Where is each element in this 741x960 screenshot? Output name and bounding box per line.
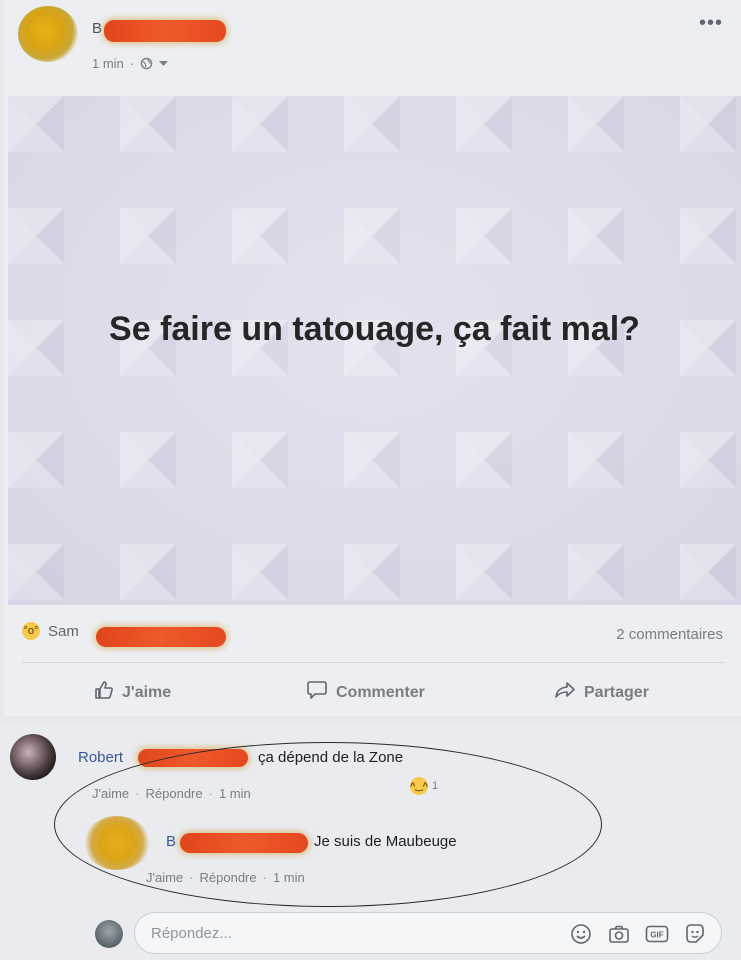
- post-meta: 1 min ·: [92, 56, 169, 71]
- share-button[interactable]: Partager: [554, 680, 649, 705]
- post-time[interactable]: 1 min: [92, 56, 124, 71]
- svg-text:GIF: GIF: [650, 931, 663, 940]
- share-arrow-icon: [554, 680, 576, 705]
- reactions-summary[interactable]: °o° Sam: [22, 622, 79, 640]
- author-name-redaction: [104, 20, 226, 42]
- more-options-button[interactable]: •••: [699, 13, 723, 33]
- comment-button-label: Commenter: [336, 683, 425, 701]
- author-name[interactable]: B: [92, 20, 102, 37]
- sticker-icon[interactable]: [683, 922, 707, 946]
- like-button[interactable]: J'aime: [94, 680, 171, 705]
- comments-count[interactable]: 2 commentaires: [616, 626, 723, 643]
- post-image-text: Se faire un tatouage, ça fait mal?: [109, 310, 640, 348]
- caret-down-icon[interactable]: [159, 60, 169, 67]
- like-button-label: J'aime: [122, 683, 172, 701]
- thumbs-up-icon: [94, 680, 114, 705]
- reactor-name-redaction: [96, 627, 226, 647]
- current-user-avatar: [95, 920, 123, 948]
- divider: [22, 662, 725, 663]
- highlight-ellipse: [54, 742, 602, 907]
- author-avatar[interactable]: [18, 6, 78, 62]
- reply-input[interactable]: Répondez... GIF: [134, 912, 722, 954]
- reactor-name: Sam: [48, 622, 79, 640]
- gif-icon[interactable]: GIF: [645, 922, 669, 946]
- comment-button[interactable]: Commenter: [306, 680, 425, 705]
- reply-input-icons: GIF: [569, 922, 707, 946]
- wow-reaction-icon: °o°: [22, 622, 40, 640]
- camera-icon[interactable]: [607, 922, 631, 946]
- reply-input-placeholder: Répondez...: [151, 925, 232, 942]
- globe-icon: [140, 57, 153, 70]
- commenter-avatar[interactable]: [10, 734, 56, 780]
- commenter-name[interactable]: Robert: [78, 749, 123, 766]
- comment-bubble-icon: [306, 680, 328, 705]
- emoji-icon[interactable]: [569, 922, 593, 946]
- post-image[interactable]: Se faire un tatouage, ça fait mal?: [8, 96, 741, 605]
- share-button-label: Partager: [584, 683, 649, 701]
